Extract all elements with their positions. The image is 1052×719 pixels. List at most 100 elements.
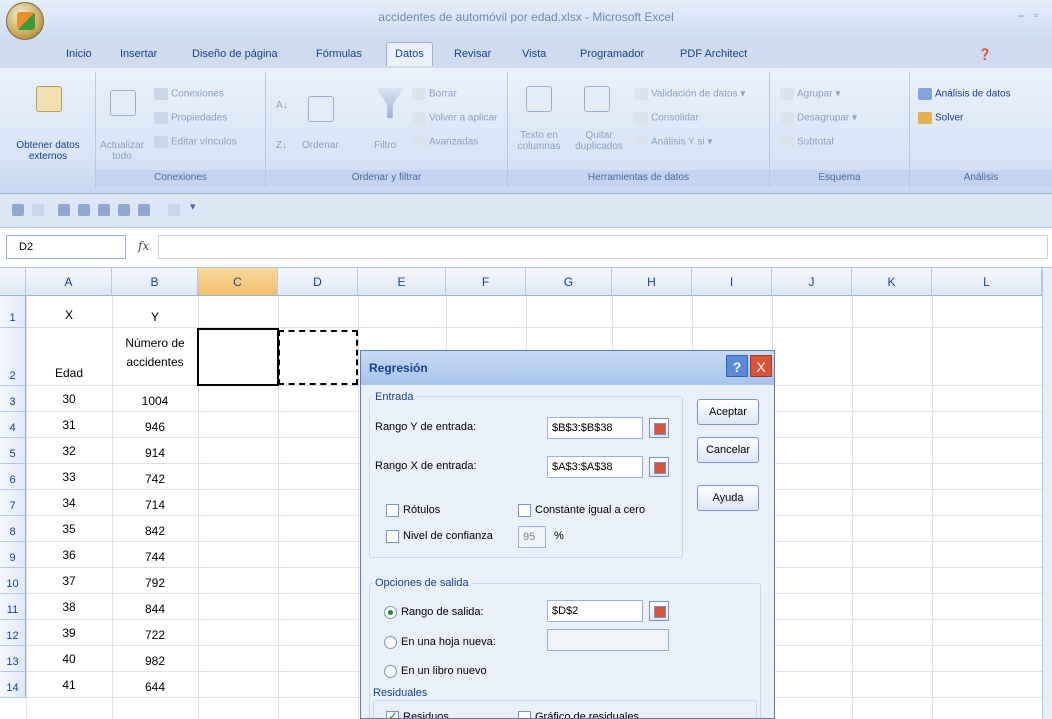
consolidate-button[interactable]: Consolidar (634, 112, 699, 124)
undo-icon[interactable] (12, 204, 24, 216)
col-header-h[interactable]: H (612, 268, 692, 296)
row-header[interactable]: 11 (0, 594, 26, 620)
cell-b[interactable]: 742 (112, 470, 198, 489)
ungroup-button[interactable]: Desagrupar ▾ (780, 112, 857, 124)
solver-button[interactable]: Solver (918, 112, 963, 124)
group-button[interactable]: Agrupar ▾ (780, 88, 840, 100)
new-book-radio[interactable] (384, 665, 397, 678)
new-sheet-radio[interactable] (384, 636, 397, 649)
refresh-button[interactable]: Actualizar todo (100, 140, 144, 162)
customize-qat-icon[interactable]: ▾ (190, 200, 202, 213)
save-icon[interactable] (58, 204, 70, 216)
col-header-i[interactable]: I (692, 268, 772, 296)
row-header[interactable]: 6 (0, 464, 26, 490)
cell-b[interactable]: 914 (112, 444, 198, 463)
vertical-scrollbar[interactable] (1042, 268, 1052, 719)
dialog-help-icon[interactable]: ? (726, 355, 748, 377)
office-button[interactable] (6, 2, 44, 40)
cell-a[interactable]: 40 (26, 652, 112, 666)
const-zero-checkbox[interactable] (518, 504, 531, 517)
what-if-button[interactable]: Análisis Y si ▾ (634, 136, 712, 148)
col-header-c[interactable]: C (198, 268, 278, 296)
tab-pdf-architect[interactable]: PDF Architect (680, 48, 747, 60)
row-header[interactable]: 9 (0, 542, 26, 568)
cell-a[interactable]: 38 (26, 600, 112, 614)
cell-a[interactable]: 35 (26, 522, 112, 536)
connections-button[interactable]: Conexiones (154, 88, 224, 100)
residuals-plot-checkbox[interactable] (518, 711, 531, 718)
remove-duplicates-button[interactable]: Quitar duplicados (572, 130, 626, 152)
output-range-radio[interactable] (384, 606, 397, 619)
confidence-input[interactable]: 95 (518, 526, 546, 548)
tab-diseno[interactable]: Diseño de página (192, 48, 278, 60)
cell-b[interactable]: 792 (112, 574, 198, 593)
cell-b[interactable]: Número de accidentes (112, 334, 198, 372)
cell-b[interactable]: 644 (112, 678, 198, 697)
subtotal-button[interactable]: Subtotal (780, 136, 834, 148)
cell-a[interactable]: 37 (26, 574, 112, 588)
tab-insertar[interactable]: Insertar (120, 48, 157, 60)
row-header[interactable]: 12 (0, 620, 26, 646)
sort-za-icon[interactable]: Z↓ (276, 140, 287, 151)
output-range-input[interactable]: $D$2 (547, 600, 643, 622)
name-box[interactable]: D2 (6, 235, 126, 259)
get-external-data-button[interactable]: Obtener datos externos (4, 140, 92, 162)
cell-a[interactable]: X (26, 308, 112, 322)
confidence-checkbox[interactable] (386, 530, 399, 543)
data-analysis-button[interactable]: Análisis de datos (918, 88, 1011, 100)
row-header[interactable]: 5 (0, 438, 26, 464)
cell-b[interactable]: 844 (112, 600, 198, 619)
cell-a[interactable]: 32 (26, 444, 112, 458)
filter-qat-icon[interactable] (168, 204, 180, 216)
residuals-checkbox[interactable] (386, 709, 399, 718)
col-header-b[interactable]: B (112, 268, 198, 296)
preview-icon[interactable] (98, 204, 110, 216)
cell-a[interactable]: 34 (26, 496, 112, 510)
tab-inicio[interactable]: Inicio (66, 48, 92, 60)
text-to-columns-button[interactable]: Texto en columnas (514, 130, 564, 152)
cell-a[interactable]: 41 (26, 678, 112, 692)
reapply-button[interactable]: Volver a aplicar (412, 112, 497, 124)
y-range-collapse-icon[interactable] (649, 418, 669, 438)
maximize-icon[interactable]: ▫ (1034, 8, 1038, 22)
sort-asc-icon[interactable] (138, 204, 150, 216)
cell-b[interactable]: 842 (112, 522, 198, 541)
col-header-j[interactable]: J (772, 268, 852, 296)
y-range-input[interactable]: $B$3:$B$38 (547, 417, 643, 439)
col-header-l[interactable]: L (932, 268, 1042, 296)
cell-b[interactable]: 744 (112, 548, 198, 567)
cancel-button[interactable]: Cancelar (697, 437, 759, 463)
col-header-g[interactable]: G (526, 268, 612, 296)
tab-programador[interactable]: Programador (580, 48, 644, 60)
cell-a[interactable]: 31 (26, 418, 112, 432)
sort-button[interactable]: Ordenar (302, 140, 339, 151)
cell-b[interactable]: 982 (112, 652, 198, 671)
advanced-button[interactable]: Avanzadas (412, 136, 478, 148)
new-sheet-input[interactable] (547, 629, 669, 651)
marquee-cell-d2[interactable] (278, 330, 358, 385)
select-all-corner[interactable] (0, 268, 26, 296)
dialog-close-icon[interactable]: X (750, 355, 772, 377)
clear-button[interactable]: Borrar (412, 88, 457, 100)
tab-datos[interactable]: Datos (386, 42, 433, 66)
active-cell-c2[interactable] (197, 328, 279, 386)
cell-b[interactable]: 1004 (112, 392, 198, 411)
filter-button[interactable]: Filtro (374, 140, 396, 151)
formula-input[interactable] (158, 235, 1048, 259)
row-header[interactable]: 8 (0, 516, 26, 542)
cell-b[interactable]: 722 (112, 626, 198, 645)
tab-vista[interactable]: Vista (522, 48, 546, 60)
col-header-d[interactable]: D (278, 268, 358, 296)
output-range-collapse-icon[interactable] (649, 601, 669, 621)
ok-button[interactable]: Aceptar (697, 399, 759, 425)
x-range-collapse-icon[interactable] (649, 457, 669, 477)
tab-formulas[interactable]: Fórmulas (316, 48, 362, 60)
row-header[interactable]: 13 (0, 646, 26, 672)
cell-b[interactable]: 714 (112, 496, 198, 515)
help-icon[interactable]: ❓ (978, 48, 992, 61)
col-header-e[interactable]: E (358, 268, 446, 296)
x-range-input[interactable]: $A$3:$A$38 (547, 456, 643, 478)
print-icon[interactable] (78, 204, 90, 216)
sort-az-icon[interactable]: A↓ (276, 100, 288, 111)
fx-icon[interactable]: fx (138, 239, 149, 253)
